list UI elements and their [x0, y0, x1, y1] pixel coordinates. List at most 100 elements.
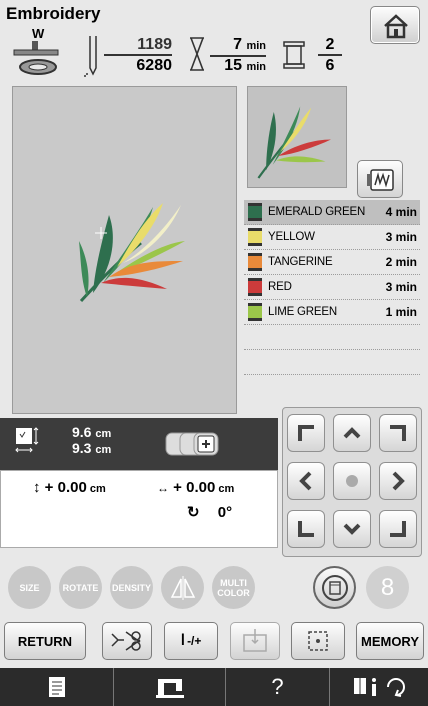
mirror-button[interactable]: [161, 566, 204, 609]
design-height: 9.6 cm: [72, 424, 111, 440]
size-height-value: 9.6: [72, 424, 92, 440]
size-width-value: 9.3: [72, 440, 92, 456]
move-up-button[interactable]: [333, 414, 371, 452]
thread-row[interactable]: EMERALD GREEN 4 min: [244, 200, 420, 225]
thread-color-list: EMERALD GREEN 4 min YELLOW 3 min TANGERI…: [244, 200, 420, 414]
size-button[interactable]: SIZE: [8, 566, 51, 609]
needle-icon: ǀ: [180, 632, 186, 649]
time-total-unit: min: [246, 61, 266, 73]
settings-button[interactable]: [330, 668, 428, 706]
help-button[interactable]: ?: [226, 668, 330, 706]
thread-tension-button[interactable]: ǀ -/+: [164, 622, 218, 660]
thread-time: 3 min: [385, 280, 417, 294]
density-button[interactable]: DENSITY: [110, 566, 153, 609]
thread-name: TANGERINE: [268, 256, 333, 268]
sewing-machine-icon: [155, 679, 184, 698]
move-up-left-button[interactable]: [287, 414, 325, 452]
thread-time: 1 min: [385, 305, 417, 319]
center-dot-icon: [346, 475, 358, 487]
notes-button[interactable]: [0, 668, 114, 706]
thread-row[interactable]: LIME GREEN 1 min: [244, 300, 420, 325]
needle-icon: [84, 36, 97, 77]
corner-down-left-icon: [298, 521, 314, 537]
thread-color-swatch: [248, 203, 262, 221]
thread-spool-icon: [283, 41, 305, 69]
horizontal-offset-value: + 0.00: [173, 479, 216, 496]
design-thumbnail: [247, 86, 347, 188]
design-width: 9.3 cm: [72, 440, 111, 456]
move-center-button[interactable]: [333, 462, 371, 500]
size-unit: cm: [95, 444, 112, 456]
needle-count-button[interactable]: 8: [366, 566, 409, 609]
thread-trim-order-button[interactable]: [313, 566, 356, 609]
time-current: 7 min: [210, 36, 266, 57]
color-total: 6: [325, 57, 335, 74]
vertical-offset: ↕ + 0.00 cm: [33, 479, 106, 496]
thread-name: RED: [268, 281, 292, 293]
spool-circle-icon: [321, 574, 348, 601]
trial-button[interactable]: [291, 622, 345, 660]
hoop-size-indicator: [164, 428, 230, 460]
document-icon: [48, 677, 65, 697]
embroidery-design-image: [79, 203, 185, 303]
rotate-button[interactable]: ROTATE: [59, 566, 102, 609]
corner-up-right-icon: [390, 425, 406, 441]
thread-row[interactable]: TANGERINE 2 min: [244, 250, 420, 275]
settings-info-icon: [354, 678, 405, 697]
presser-foot-indicator: W: [12, 26, 68, 78]
thread-name: EMERALD GREEN: [268, 206, 366, 218]
presser-foot-icon: [13, 41, 59, 75]
rotate-icon: ↻: [187, 504, 200, 521]
embroidery-preview[interactable]: [12, 86, 237, 414]
embroidery-frame-button[interactable]: [357, 160, 403, 198]
horizontal-offset: ↔ + 0.00 cm: [157, 479, 234, 496]
bottom-status-bar: ?: [0, 668, 428, 706]
memory-button[interactable]: MEMORY: [356, 622, 424, 660]
position-panel: ↕ + 0.00 cm ↔ + 0.00 cm ↻ 0°: [0, 470, 278, 548]
mirror-icon: [170, 575, 195, 600]
horizontal-arrow-icon: ↔: [157, 481, 169, 495]
sewing-stats: W 1189 6280 7 min 15 min 2 6: [0, 26, 428, 82]
hourglass-icon: [190, 37, 204, 71]
thread-name: LIME GREEN: [268, 306, 337, 318]
vertical-offset-value: + 0.00: [44, 479, 87, 496]
hoop-icon: [367, 169, 394, 191]
chevron-down-icon: [343, 523, 361, 535]
time-total-value: 15: [224, 57, 242, 74]
thread-time: 4 min: [385, 205, 417, 219]
time-current-unit: min: [246, 40, 266, 52]
time-current-value: 7: [233, 36, 242, 53]
screen-title: Embroidery: [6, 4, 101, 23]
move-down-right-button[interactable]: [379, 510, 417, 548]
move-right-button[interactable]: [379, 462, 417, 500]
move-down-button[interactable]: [333, 510, 371, 548]
move-down-left-button[interactable]: [287, 510, 325, 548]
thread-row-empty: [244, 325, 420, 350]
thread-color-swatch: [248, 228, 262, 246]
thread-row[interactable]: RED 3 min: [244, 275, 420, 300]
chevron-left-icon: [299, 471, 312, 491]
hoop-size-icon: [165, 432, 219, 456]
design-size-panel: 9.6 cm 9.3 cm: [0, 418, 278, 470]
multi-color-button[interactable]: MULTI COLOR: [212, 566, 255, 609]
machine-info-button[interactable]: [114, 668, 226, 706]
thread-row[interactable]: YELLOW 3 min: [244, 225, 420, 250]
return-button[interactable]: RETURN: [4, 622, 86, 660]
thumbnail-image: [257, 106, 331, 179]
corner-down-right-icon: [390, 521, 406, 537]
time-total: 15 min: [210, 57, 266, 76]
scissors-icon: [111, 631, 141, 651]
horizontal-offset-unit: cm: [218, 483, 235, 495]
vertical-offset-unit: cm: [89, 483, 106, 495]
move-up-right-button[interactable]: [379, 414, 417, 452]
vertical-arrow-icon: ↕: [33, 479, 41, 496]
stitch-current: 1189: [104, 36, 172, 56]
chevron-right-icon: [392, 471, 405, 491]
size-icon: [15, 427, 39, 453]
thread-name: YELLOW: [268, 231, 315, 243]
thread-color-swatch: [248, 303, 262, 321]
thread-color-swatch: [248, 278, 262, 296]
move-left-button[interactable]: [287, 462, 325, 500]
scissors-button[interactable]: [102, 622, 152, 660]
starting-point-button: [230, 622, 280, 660]
